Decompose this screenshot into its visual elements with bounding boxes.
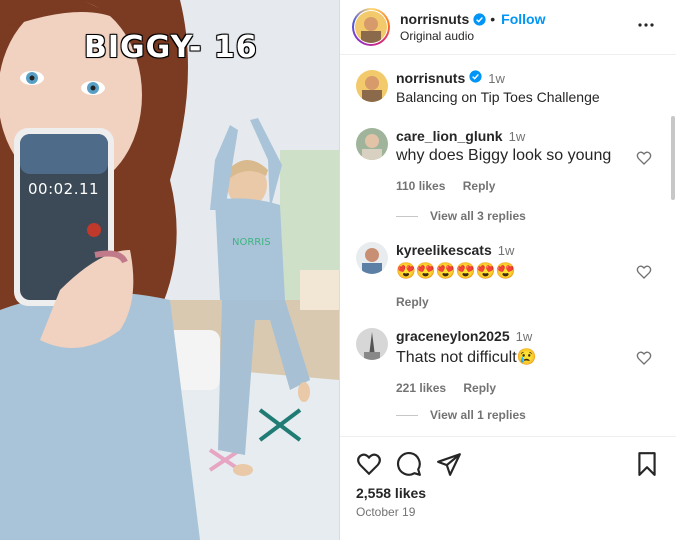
verified-icon bbox=[473, 12, 486, 26]
share-icon[interactable] bbox=[436, 451, 462, 477]
comment-time[interactable]: 1w bbox=[509, 129, 526, 144]
author-avatar[interactable] bbox=[352, 8, 390, 46]
verified-icon bbox=[469, 70, 482, 83]
caption-avatar[interactable] bbox=[356, 70, 388, 102]
post-header: norrisnuts • Follow Original audio bbox=[340, 0, 676, 55]
commenter-username[interactable]: kyreelikescats bbox=[396, 242, 492, 258]
commenter-avatar[interactable] bbox=[356, 128, 388, 160]
comments-scrollbar[interactable] bbox=[671, 116, 675, 200]
view-replies-label: View all 1 replies bbox=[430, 408, 526, 422]
post-date: October 19 bbox=[356, 505, 416, 519]
commenter-avatar[interactable] bbox=[356, 242, 388, 274]
caption-username[interactable]: norrisnuts bbox=[396, 70, 465, 86]
comment-likes[interactable]: 221 likes bbox=[396, 381, 446, 395]
post-caption: norrisnuts 1w Balancing on Tip Toes Chal… bbox=[356, 70, 656, 105]
comment-item: care_lion_glunk 1w why does Biggy look s… bbox=[356, 128, 656, 193]
audio-link[interactable]: Original audio bbox=[400, 29, 545, 43]
reply-button[interactable]: Reply bbox=[396, 295, 429, 309]
commenter-avatar[interactable] bbox=[356, 328, 388, 360]
media-scene: NORRIS bbox=[0, 0, 339, 540]
overlay-caption: BIGGY- 16 bbox=[84, 30, 258, 65]
comment-text: why does Biggy look so young bbox=[396, 147, 612, 164]
commenter-username[interactable]: graceneylon2025 bbox=[396, 328, 510, 344]
replies-rule bbox=[396, 414, 418, 416]
comments-list[interactable]: norrisnuts 1w Balancing on Tip Toes Chal… bbox=[340, 56, 676, 436]
heart-icon[interactable] bbox=[636, 350, 652, 366]
caption-text: Balancing on Tip Toes Challenge bbox=[396, 89, 600, 105]
svg-text:NORRIS: NORRIS bbox=[232, 237, 271, 248]
post-media[interactable]: NORRIS BIGGY- 16 00:02.11 bbox=[0, 0, 339, 540]
caption-time[interactable]: 1w bbox=[488, 71, 505, 86]
comment-likes[interactable]: 110 likes bbox=[396, 179, 445, 193]
author-username[interactable]: norrisnuts bbox=[400, 11, 469, 27]
avatar-image bbox=[355, 11, 387, 43]
heart-icon[interactable] bbox=[356, 451, 382, 477]
comment-text: 😍😍😍😍😍😍 bbox=[396, 263, 516, 280]
comment-icon[interactable] bbox=[396, 451, 422, 477]
view-replies-label: View all 3 replies bbox=[430, 209, 526, 223]
post-actions: 2,558 likes October 19 bbox=[340, 436, 676, 540]
view-replies-button[interactable]: View all 1 replies bbox=[396, 408, 526, 422]
bookmark-icon[interactable] bbox=[634, 451, 660, 477]
comment-time[interactable]: 1w bbox=[498, 243, 515, 258]
stopwatch-readout: 00:02.11 bbox=[28, 180, 100, 198]
reply-button[interactable]: Reply bbox=[463, 381, 496, 395]
replies-rule bbox=[396, 215, 418, 217]
follow-button[interactable]: Follow bbox=[501, 11, 545, 27]
post-panel: norrisnuts • Follow Original audio norri… bbox=[339, 0, 676, 540]
reply-button[interactable]: Reply bbox=[463, 179, 496, 193]
likes-count[interactable]: 2,558 likes bbox=[356, 485, 426, 501]
heart-icon[interactable] bbox=[636, 264, 652, 280]
heart-icon[interactable] bbox=[636, 150, 652, 166]
comment-time[interactable]: 1w bbox=[516, 329, 533, 344]
comment-item: graceneylon2025 1w Thats not difficult😢 … bbox=[356, 328, 656, 395]
more-icon[interactable] bbox=[636, 15, 656, 35]
view-replies-button[interactable]: View all 3 replies bbox=[396, 209, 526, 223]
separator: • bbox=[490, 11, 496, 27]
commenter-username[interactable]: care_lion_glunk bbox=[396, 128, 503, 144]
comment-text: Thats not difficult😢 bbox=[396, 349, 537, 366]
comment-item: kyreelikescats 1w 😍😍😍😍😍😍 Reply bbox=[356, 242, 656, 309]
